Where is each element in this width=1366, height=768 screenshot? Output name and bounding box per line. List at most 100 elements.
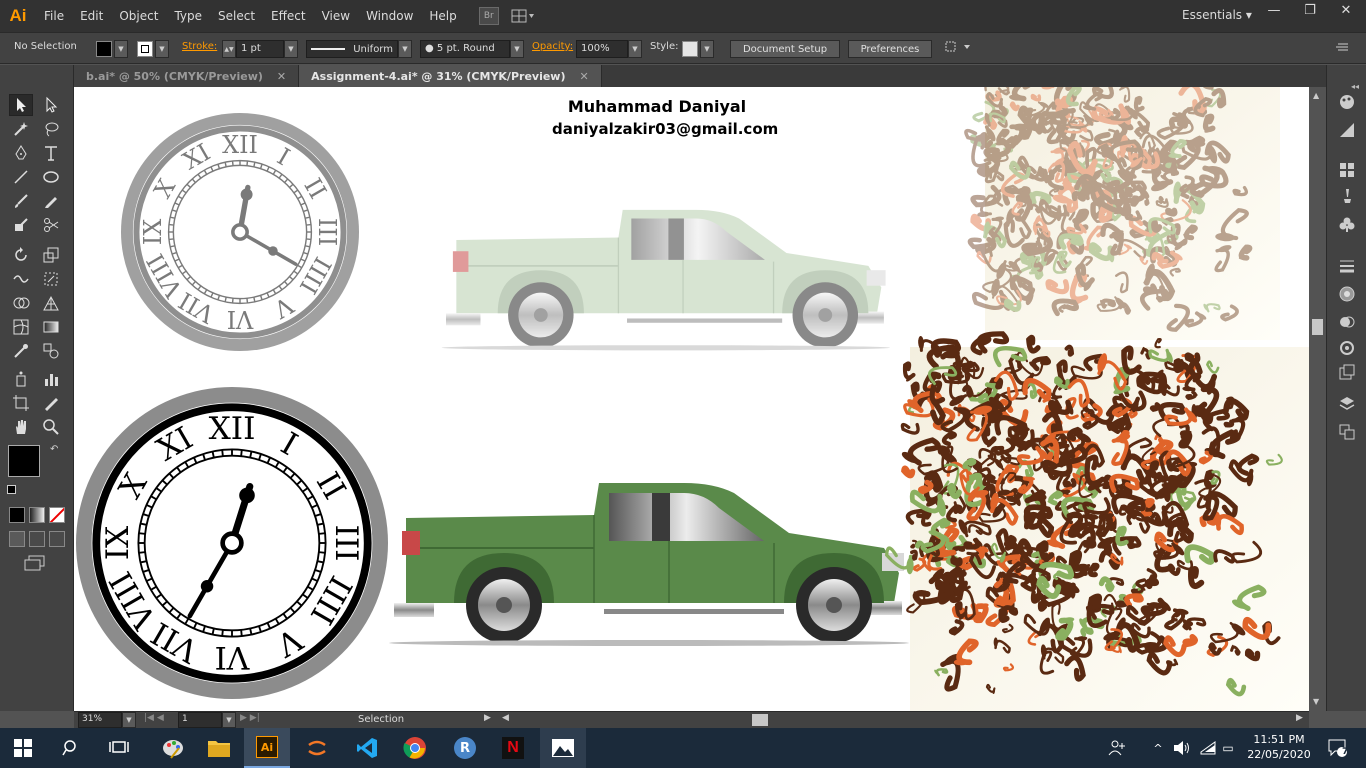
- none-mode-icon[interactable]: [49, 507, 65, 523]
- stroke-weight-field[interactable]: 1 pt: [236, 40, 284, 58]
- color-mode-icon[interactable]: [9, 507, 25, 523]
- stroke-panel-icon[interactable]: [1335, 255, 1359, 277]
- opacity-label[interactable]: Opacity:: [532, 41, 573, 52]
- brushes-icon[interactable]: [1335, 185, 1359, 207]
- warp-tool-icon[interactable]: [9, 268, 33, 290]
- first-artboard-icon[interactable]: |◀ ◀: [144, 713, 164, 723]
- type-tool-icon[interactable]: [39, 142, 63, 164]
- status-menu-icon[interactable]: ▶: [484, 713, 491, 723]
- zoom-dropdown[interactable]: ▼: [122, 712, 136, 728]
- free-transform-tool-icon[interactable]: [39, 268, 63, 290]
- draw-inside-icon[interactable]: [49, 531, 65, 547]
- mesh-tool-icon[interactable]: [9, 316, 33, 338]
- brush-definition[interactable]: ● 5 pt. Round: [420, 40, 510, 58]
- menu-type[interactable]: Type: [166, 9, 210, 23]
- magic-wand-tool-icon[interactable]: [9, 118, 33, 140]
- pencil-tool-icon[interactable]: [39, 190, 63, 212]
- task-view-icon[interactable]: [96, 728, 142, 768]
- vscode-icon[interactable]: [344, 728, 390, 768]
- close-icon[interactable]: ✕: [1328, 0, 1364, 20]
- draw-behind-icon[interactable]: [29, 531, 45, 547]
- next-artboard-icon[interactable]: ▶ ▶|: [240, 713, 260, 723]
- show-hidden-icons-icon[interactable]: ^: [1146, 728, 1170, 768]
- ellipse-tool-icon[interactable]: [39, 166, 63, 188]
- column-graph-tool-icon[interactable]: [39, 368, 63, 390]
- stroke-swatch[interactable]: [137, 41, 153, 57]
- menu-edit[interactable]: Edit: [72, 9, 111, 23]
- preferences-button[interactable]: Preferences: [848, 40, 932, 58]
- menu-window[interactable]: Window: [358, 9, 421, 23]
- color-guide-icon[interactable]: [1335, 119, 1359, 141]
- pen-tool-icon[interactable]: [9, 142, 33, 164]
- brush-dropdown[interactable]: ▼: [510, 40, 524, 58]
- action-center-icon[interactable]: 7: [1318, 728, 1358, 768]
- symbol-sprayer-tool-icon[interactable]: [9, 368, 33, 390]
- illustrator-taskbar-icon[interactable]: Ai: [244, 728, 290, 768]
- windows-start-icon[interactable]: [0, 728, 46, 768]
- menu-select[interactable]: Select: [210, 9, 263, 23]
- artboard-tool-icon[interactable]: [9, 392, 33, 414]
- direct-selection-tool-icon[interactable]: [39, 94, 63, 116]
- gradient-tool-icon[interactable]: [39, 316, 63, 338]
- system-clock[interactable]: 11:51 PM 22/05/2020: [1244, 732, 1314, 762]
- slice-tool-icon[interactable]: [39, 392, 63, 414]
- battery-icon[interactable]: ▭: [1218, 728, 1238, 768]
- menu-help[interactable]: Help: [421, 9, 464, 23]
- scroll-down-icon[interactable]: ▼: [1313, 697, 1319, 706]
- selection-tool-icon[interactable]: [9, 94, 33, 116]
- graphic-style-swatch[interactable]: [682, 41, 698, 57]
- tab-close-icon[interactable]: ✕: [277, 70, 286, 83]
- volume-icon[interactable]: [1170, 728, 1194, 768]
- perspective-grid-tool-icon[interactable]: [39, 292, 63, 314]
- panel-menu-icon[interactable]: [1334, 39, 1350, 58]
- color-panel-icon[interactable]: [1335, 91, 1359, 113]
- vertical-scroll-thumb[interactable]: [1312, 319, 1323, 335]
- transparency-panel-icon[interactable]: [1335, 311, 1359, 333]
- minimize-icon[interactable]: —: [1256, 0, 1292, 20]
- scissors-tool-icon[interactable]: [39, 214, 63, 236]
- stroke-dropdown[interactable]: ▼: [155, 40, 169, 58]
- layers-icon[interactable]: [1335, 393, 1359, 415]
- appearance-panel-icon[interactable]: [1335, 337, 1359, 359]
- photos-app-icon[interactable]: [540, 728, 586, 768]
- scroll-left-icon[interactable]: ◀: [502, 713, 509, 723]
- opacity-dropdown[interactable]: ▼: [628, 40, 642, 58]
- default-colors-icon[interactable]: [7, 485, 16, 494]
- people-icon[interactable]: [1102, 728, 1132, 768]
- screen-mode-icon[interactable]: [24, 555, 46, 571]
- menu-effect[interactable]: Effect: [263, 9, 314, 23]
- scroll-right-icon[interactable]: ▶: [1296, 713, 1303, 723]
- tab-close-icon[interactable]: ✕: [580, 70, 589, 83]
- hand-tool-icon[interactable]: [9, 416, 33, 438]
- rotate-tool-icon[interactable]: [9, 244, 33, 266]
- stroke-stepper[interactable]: ▲▼: [222, 40, 236, 58]
- profile-dropdown[interactable]: ▼: [398, 40, 412, 58]
- arrange-icon[interactable]: [944, 39, 972, 58]
- fill-swatch[interactable]: [96, 41, 112, 57]
- blend-tool-icon[interactable]: [39, 340, 63, 362]
- artboard-number-field[interactable]: 1: [178, 712, 222, 728]
- document-setup-button[interactable]: Document Setup: [730, 40, 840, 58]
- restore-icon[interactable]: ❐: [1292, 0, 1328, 20]
- shape-builder-tool-icon[interactable]: [9, 292, 33, 314]
- eyedropper-tool-icon[interactable]: [9, 340, 33, 362]
- chrome-icon[interactable]: [392, 728, 438, 768]
- draw-normal-icon[interactable]: [9, 531, 25, 547]
- lasso-tool-icon[interactable]: [39, 118, 63, 140]
- artboard-dropdown[interactable]: ▼: [222, 712, 236, 728]
- swap-fill-stroke-icon[interactable]: ↶: [50, 444, 58, 455]
- arrange-documents-icon[interactable]: [509, 7, 537, 25]
- vertical-scrollbar[interactable]: ▲ ▼: [1309, 87, 1326, 711]
- menu-object[interactable]: Object: [111, 9, 166, 23]
- zoom-field[interactable]: 31%: [78, 712, 122, 728]
- netflix-icon[interactable]: N: [490, 728, 536, 768]
- variable-width-profile[interactable]: Uniform: [306, 40, 398, 58]
- symbols-icon[interactable]: [1335, 213, 1359, 235]
- r-studio-icon[interactable]: R: [442, 728, 488, 768]
- scroll-up-icon[interactable]: ▲: [1313, 91, 1319, 100]
- paintbrush-tool-icon[interactable]: [9, 190, 33, 212]
- fill-color-swatch[interactable]: [8, 445, 40, 477]
- stroke-label[interactable]: Stroke:: [182, 41, 217, 52]
- stroke-weight-dropdown[interactable]: ▼: [284, 40, 298, 58]
- file-explorer-icon[interactable]: [196, 728, 242, 768]
